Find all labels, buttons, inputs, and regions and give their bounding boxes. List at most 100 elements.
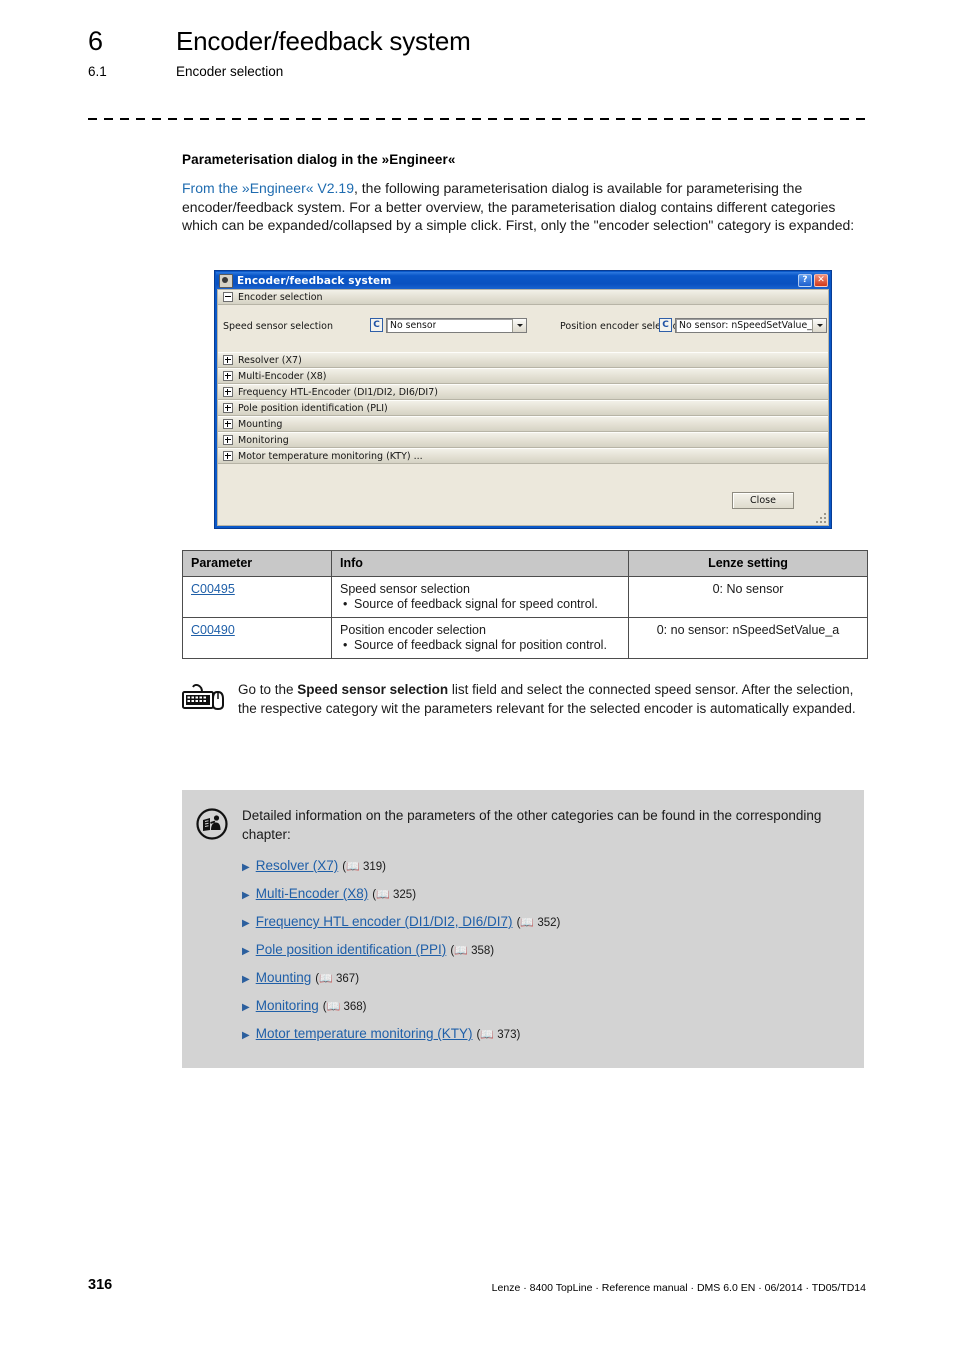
chapter-link[interactable]: Resolver (X7) [256, 858, 339, 873]
expand-plus-icon[interactable] [223, 451, 233, 461]
help-icon[interactable]: ? [798, 274, 812, 287]
cell-lenze-setting: 0: no sensor: nSpeedSetValue_a [628, 617, 868, 659]
encoder-feedback-dialog[interactable]: Encoder/feedback system ? ✕ Encoder sele… [214, 270, 832, 529]
category-label: Multi-Encoder (X8) [238, 370, 327, 382]
list-item[interactable]: ▶ Frequency HTL encoder (DI1/DI2, DI6/DI… [242, 914, 850, 929]
list-item[interactable]: ▶ Resolver (X7) (📖 319) [242, 858, 850, 873]
column-header-parameter: Parameter [182, 550, 332, 577]
book-icon: 📖 [480, 1029, 495, 1041]
chapter-link[interactable]: Frequency HTL encoder (DI1/DI2, DI6/DI7) [256, 914, 513, 929]
dialog-titlebar[interactable]: Encoder/feedback system ? ✕ [216, 272, 830, 289]
book-icon: 📖 [454, 945, 468, 957]
book-icon: 📖 [376, 889, 390, 901]
arrow-right-icon: ▶ [242, 918, 250, 929]
page-reference: (📖 325) [372, 889, 417, 901]
engineer-version-link[interactable]: From the »Engineer« V2.19 [182, 180, 354, 196]
chapter-title: Encoder/feedback system [176, 26, 471, 56]
page-number: 373 [497, 1029, 517, 1041]
close-button[interactable]: Close [732, 492, 794, 509]
chapter-link[interactable]: Monitoring [256, 998, 319, 1013]
page-reference: (📖 373) [476, 1029, 521, 1041]
expand-plus-icon[interactable] [223, 355, 233, 365]
category-row[interactable]: Resolver (X7) [218, 352, 828, 368]
cell-parameter: C00495 [182, 576, 332, 618]
howto-line1-pre: Go to the [238, 682, 298, 697]
info-title: Position encoder selection [340, 623, 486, 637]
cell-parameter: C00490 [182, 617, 332, 659]
page-number: 316 [88, 1277, 113, 1293]
category-row[interactable]: Mounting [218, 416, 828, 432]
speed-sensor-selection-dropdown[interactable]: No sensor [386, 318, 527, 333]
column-header-lenze-setting: Lenze setting [628, 550, 868, 577]
parameter-link-c00490[interactable]: C00490 [191, 623, 235, 637]
info-box-body: Detailed information on the parameters o… [242, 806, 850, 1054]
expand-plus-icon[interactable] [223, 403, 233, 413]
speed-sensor-code-chip[interactable]: C [370, 318, 383, 332]
info-box-text: Detailed information on the parameters o… [242, 808, 822, 842]
table-row: C00495 Speed sensor selection Source of … [182, 576, 868, 618]
expand-plus-icon[interactable] [223, 387, 233, 397]
arrow-right-icon: ▶ [242, 890, 250, 901]
category-row[interactable]: Pole position identification (PLI) [218, 400, 828, 416]
speed-sensor-selection-label: Speed sensor selection [223, 321, 334, 332]
close-icon[interactable]: ✕ [814, 274, 828, 287]
arrow-right-icon: ▶ [242, 1030, 250, 1041]
book-icon: 📖 [520, 917, 535, 929]
chapter-link[interactable]: Motor temperature monitoring (KTY) [256, 1026, 473, 1041]
position-encoder-code-chip[interactable]: C [659, 318, 672, 332]
list-item[interactable]: ▶ Monitoring (📖 368) [242, 998, 850, 1013]
page-number: 368 [343, 1001, 363, 1013]
chapter-number: 6 [88, 26, 104, 56]
category-row[interactable]: Motor temperature monitoring (KTY) ... [218, 448, 828, 464]
list-item[interactable]: ▶ Motor temperature monitoring (KTY) (📖 … [242, 1026, 850, 1041]
page-number: 358 [471, 945, 491, 957]
category-row[interactable]: Frequency HTL-Encoder (DI1/DI2, DI6/DI7) [218, 384, 828, 400]
list-item[interactable]: ▶ Multi-Encoder (X8) (📖 325) [242, 886, 850, 901]
page-reference: (📖 367) [315, 973, 360, 985]
chapter-link[interactable]: Mounting [256, 970, 312, 985]
list-item[interactable]: ▶ Mounting (📖 367) [242, 970, 850, 985]
arrow-right-icon: ▶ [242, 974, 250, 985]
position-encoder-selection-dropdown[interactable]: No sensor: nSpeedSetValue_a [675, 318, 827, 333]
chapter-row: 6 Encoder/feedback system [88, 26, 868, 57]
collapse-minus-icon[interactable] [223, 292, 233, 302]
chevron-down-icon[interactable] [812, 319, 826, 332]
resize-grip[interactable] [814, 511, 826, 523]
intro-section: Parameterisation dialog in the »Engineer… [182, 152, 868, 235]
category-label: Pole position identification (PLI) [238, 402, 388, 414]
chapter-link[interactable]: Pole position identification (PPI) [256, 942, 447, 957]
chevron-down-icon[interactable] [512, 319, 526, 332]
page-number: 319 [362, 861, 383, 873]
cell-info: Speed sensor selection Source of feedbac… [331, 576, 629, 618]
expand-plus-icon[interactable] [223, 371, 233, 381]
read-manual-icon [196, 806, 242, 1054]
page-reference: (📖 358) [450, 945, 495, 957]
dialog-title: Encoder/feedback system [237, 274, 392, 287]
book-icon: 📖 [326, 1001, 341, 1013]
book-icon: 📖 [319, 973, 333, 985]
category-label: Motor temperature monitoring (KTY) ... [238, 450, 423, 462]
expand-plus-icon[interactable] [223, 435, 233, 445]
category-row[interactable]: Monitoring [218, 432, 828, 448]
cell-info: Position encoder selection Source of fee… [331, 617, 629, 659]
column-header-info: Info [331, 550, 629, 577]
category-label: Mounting [238, 418, 283, 430]
table-header-row: Parameter Info Lenze setting [182, 550, 868, 577]
expand-plus-icon[interactable] [223, 419, 233, 429]
chapter-number-cell: 6 [88, 26, 176, 57]
howto-line1-post: list field and select the connected spee… [448, 682, 739, 697]
arrow-right-icon: ▶ [242, 1002, 250, 1013]
list-item[interactable]: ▶ Pole position identification (PPI) (📖 … [242, 942, 850, 957]
speed-sensor-selection-value: No sensor [390, 320, 437, 331]
encoder-selection-panel: Speed sensor selection C No sensor Posit… [218, 305, 828, 352]
cell-lenze-setting: 0: No sensor [628, 576, 868, 618]
subsection-heading: Parameterisation dialog in the »Engineer… [182, 152, 456, 167]
page-number: 325 [393, 889, 413, 901]
page-reference: (📖 352) [516, 917, 561, 929]
section-number: 6.1 [88, 64, 107, 79]
category-encoder-selection[interactable]: Encoder selection [218, 290, 828, 305]
parameter-link-c00495[interactable]: C00495 [191, 582, 235, 596]
category-row[interactable]: Multi-Encoder (X8) [218, 368, 828, 384]
table-row: C00490 Position encoder selection Source… [182, 617, 868, 659]
chapter-link[interactable]: Multi-Encoder (X8) [256, 886, 369, 901]
